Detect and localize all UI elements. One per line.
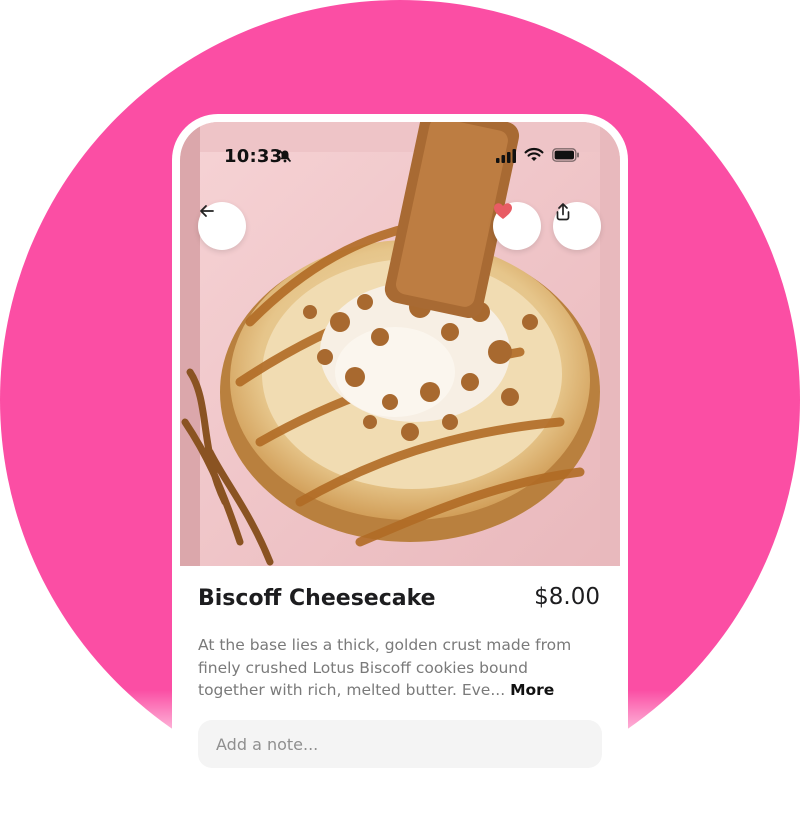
product-description: At the base lies a thick, golden crust m… [198,634,598,702]
product-name: Biscoff Cheesecake [198,586,436,611]
product-photo: 10:33 [180,122,620,566]
more-link[interactable]: More [510,681,554,699]
favorite-button[interactable] [493,202,541,250]
status-bar: 10:33 [180,140,620,170]
phone-screen: 10:33 Biscoff Cheesecake $8.00 At the ba… [172,114,628,814]
back-button[interactable] [198,202,246,250]
share-button[interactable] [553,202,601,250]
cheesecake-illustration [180,122,620,566]
product-price: $8.00 [534,584,600,610]
status-time: 10:33 [224,146,283,167]
note-input[interactable] [198,720,602,768]
